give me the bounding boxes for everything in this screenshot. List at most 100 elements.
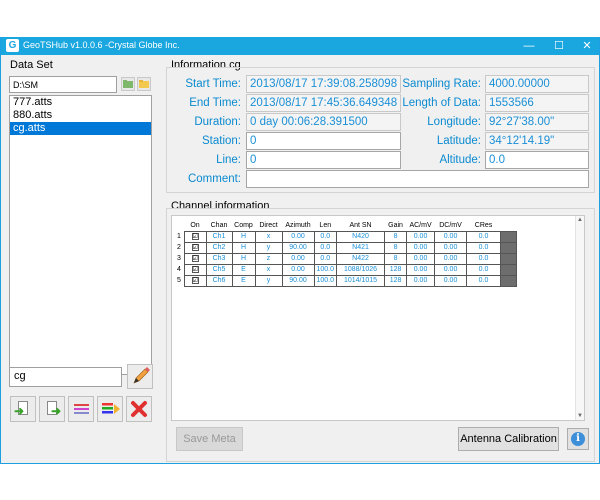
list-item[interactable]: 777.atts (10, 96, 151, 109)
station-field[interactable]: 0 (246, 132, 401, 150)
list-button[interactable] (68, 396, 94, 422)
cell-direct[interactable]: x (254, 263, 283, 276)
cell-cres[interactable]: 0.0 (466, 241, 502, 254)
column-header[interactable]: Chan (206, 220, 232, 231)
cell-gain[interactable]: 128 (384, 274, 408, 287)
on-checkbox-cell[interactable]: ☑ (183, 274, 207, 287)
start-time-field[interactable]: 2013/08/17 17:39:08.258098 (246, 75, 401, 93)
column-header[interactable]: Azimuth (282, 220, 314, 231)
cell-ant-sn[interactable]: N422 (336, 252, 386, 265)
open-folder-button[interactable] (137, 77, 151, 91)
column-header[interactable]: Direct (255, 220, 282, 231)
save-meta-button[interactable]: Save Meta (176, 427, 243, 451)
merge-button[interactable] (97, 396, 123, 422)
list-item[interactable]: 880.atts (10, 109, 151, 122)
cell-len[interactable]: 100.0 (313, 263, 338, 276)
cell-comp[interactable]: H (231, 241, 256, 254)
on-checkbox-cell[interactable]: ☑ (183, 241, 207, 254)
cell-cres[interactable]: 0.0 (466, 252, 502, 265)
cell-ant-sn[interactable]: 1088/1026 (336, 263, 386, 276)
list-item-selected[interactable]: cg.atts (10, 122, 151, 135)
rename-button[interactable] (127, 364, 153, 389)
cell-ant-sn[interactable]: N421 (336, 241, 386, 254)
cell-dc[interactable]: 0.00 (434, 274, 468, 287)
cell-chan[interactable]: Ch3 (205, 252, 233, 265)
cell-cres[interactable]: 0.0 (466, 274, 502, 287)
cell-dc[interactable]: 0.00 (434, 252, 468, 265)
delete-button[interactable] (126, 396, 152, 422)
cell-len[interactable]: 0.0 (313, 252, 338, 265)
cell-gain[interactable]: 128 (384, 263, 408, 276)
file-list[interactable]: 777.atts 880.atts cg.atts (9, 95, 152, 375)
channel-grid[interactable]: On Chan Comp Direct Azimuth Len Ant SN G… (171, 215, 585, 421)
on-checkbox[interactable]: ☑ (191, 255, 199, 262)
on-checkbox[interactable]: ☑ (191, 233, 199, 240)
export-button[interactable]: ➜ (39, 396, 65, 422)
sampling-rate-field[interactable]: 4000.00000 (485, 75, 589, 93)
antenna-calibration-button[interactable]: Antenna Calibration (458, 427, 559, 451)
cell-chan[interactable]: Ch6 (205, 274, 233, 287)
cell-direct[interactable]: z (254, 252, 283, 265)
on-checkbox[interactable]: ☑ (191, 266, 199, 273)
cell-chan[interactable]: Ch5 (205, 263, 233, 276)
column-header[interactable]: DC/mV (435, 220, 467, 231)
cell-gain[interactable]: 8 (384, 252, 408, 265)
comment-field[interactable] (246, 170, 589, 188)
table-row[interactable]: 5 ☑ Ch6 Ey 90.00 100.0 1014/1015 128 0.00 0.00 0.0 (174, 274, 518, 287)
minimize-button[interactable]: — (515, 37, 543, 55)
cell-azimuth[interactable]: 90.00 (281, 241, 315, 254)
cell-len[interactable]: 100.0 (313, 274, 338, 287)
length-field[interactable]: 1553566 (485, 94, 589, 112)
dataset-name-input[interactable]: cg (9, 367, 122, 387)
cell-comp[interactable]: E (231, 274, 256, 287)
column-header[interactable]: On (184, 220, 206, 231)
column-header[interactable]: Comp (232, 220, 255, 231)
table-row[interactable]: 2 ☑ Ch2 Hy 90.00 0.0 N421 8 0.00 0.00 0.0 (174, 241, 518, 254)
cell-azimuth[interactable]: 0.00 (281, 230, 315, 243)
cell-ac[interactable]: 0.00 (406, 252, 436, 265)
cell-azimuth[interactable]: 90.00 (281, 274, 315, 287)
on-checkbox-cell[interactable]: ☑ (183, 263, 207, 276)
duration-field[interactable]: 0 day 00:06:28.391500 (246, 113, 401, 131)
cell-comp[interactable]: H (231, 252, 256, 265)
cell-dc[interactable]: 0.00 (434, 230, 468, 243)
about-button[interactable]: i (567, 428, 589, 450)
cell-chan[interactable]: Ch2 (205, 241, 233, 254)
cell-comp[interactable]: H (231, 230, 256, 243)
latitude-field[interactable]: 34°12'14.19" (485, 132, 589, 150)
table-row[interactable]: 4 ☑ Ch5 Ex 0.00 100.0 1088/1026 128 0.00 0.00 0.0 (174, 263, 518, 276)
cell-ac[interactable]: 0.00 (406, 263, 436, 276)
column-header[interactable]: Len (314, 220, 337, 231)
cell-comp[interactable]: E (231, 263, 256, 276)
cell-direct[interactable]: x (254, 230, 283, 243)
line-field[interactable]: 0 (246, 151, 401, 169)
cell-ant-sn[interactable]: 1014/1015 (336, 274, 386, 287)
cell-gain[interactable]: 8 (384, 241, 408, 254)
column-header[interactable]: AC/mV (407, 220, 435, 231)
cell-ac[interactable]: 0.00 (406, 230, 436, 243)
cell-azimuth[interactable]: 0.00 (281, 252, 315, 265)
refresh-folder-button[interactable] (121, 77, 135, 91)
cell-direct[interactable]: y (254, 241, 283, 254)
cell-direct[interactable]: y (254, 274, 283, 287)
cell-chan[interactable]: Ch1 (205, 230, 233, 243)
close-button[interactable]: ✕ (573, 37, 600, 55)
cell-gain[interactable]: 8 (384, 230, 408, 243)
column-header[interactable]: Gain (385, 220, 407, 231)
path-input[interactable]: D:\SM (9, 76, 117, 93)
cell-cres[interactable]: 0.0 (466, 263, 502, 276)
longitude-field[interactable]: 92°27'38.00" (485, 113, 589, 131)
cell-azimuth[interactable]: 0.00 (281, 263, 315, 276)
cell-ac[interactable]: 0.00 (406, 241, 436, 254)
cell-ant-sn[interactable]: N420 (336, 230, 386, 243)
on-checkbox-cell[interactable]: ☑ (183, 230, 207, 243)
import-button[interactable]: ➜ (10, 396, 36, 422)
on-checkbox[interactable]: ☑ (191, 277, 199, 284)
table-row[interactable]: 1 ☑ Ch1 Hx 0.00 0.0 N420 8 0.00 0.00 0.0 (174, 230, 518, 243)
on-checkbox-cell[interactable]: ☑ (183, 252, 207, 265)
column-header[interactable]: Ant SN (337, 220, 385, 231)
end-time-field[interactable]: 2013/08/17 17:45:36.649348 (246, 94, 401, 112)
maximize-button[interactable]: ☐ (545, 37, 573, 55)
on-checkbox[interactable]: ☑ (191, 244, 199, 251)
vertical-scrollbar[interactable]: ▲ ▼ (575, 216, 584, 420)
